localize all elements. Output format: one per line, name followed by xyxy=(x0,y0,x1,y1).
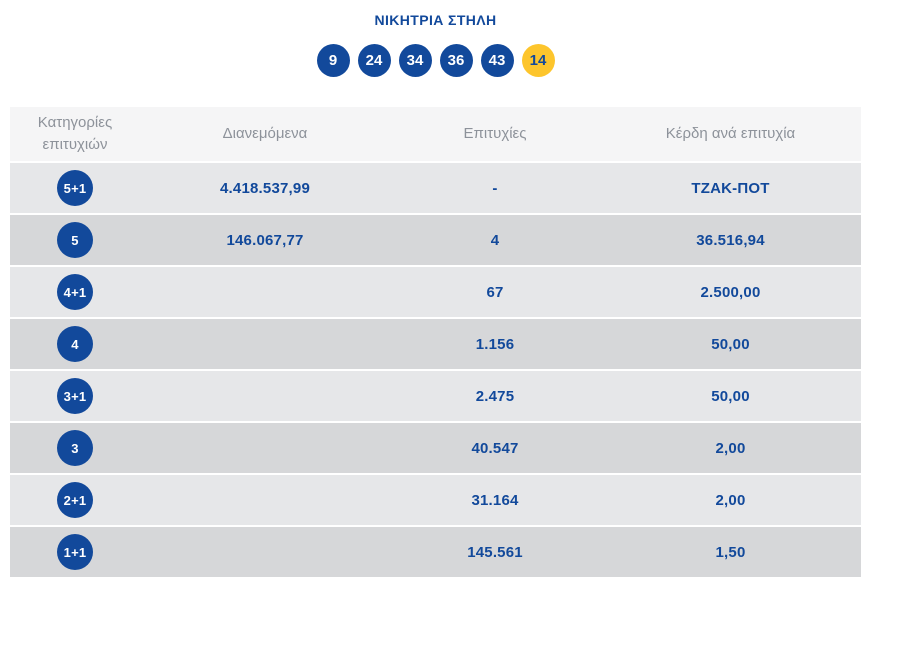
category-cell: 5 xyxy=(10,215,140,265)
header-winners: Επιτυχίες xyxy=(390,107,600,161)
winning-numbers: 92434364314 xyxy=(10,44,861,77)
distributed-value xyxy=(140,475,390,525)
table-row: 5+1 4.418.537,99 - ΤΖΑΚ-ΠΟΤ xyxy=(10,163,861,215)
distributed-value: 146.067,77 xyxy=(140,215,390,265)
winners-value: 4 xyxy=(390,215,600,265)
category-cell: 1+1 xyxy=(10,527,140,577)
category-badge: 4 xyxy=(57,326,93,362)
winners-value: - xyxy=(390,163,600,213)
winning-number-ball: 24 xyxy=(358,44,391,77)
distributed-value xyxy=(140,319,390,369)
header-distributed: Διανεμόμενα xyxy=(140,107,390,161)
prize-value: 2.500,00 xyxy=(600,267,861,317)
table-row: 4+1 67 2.500,00 xyxy=(10,267,861,319)
category-cell: 5+1 xyxy=(10,163,140,213)
winning-number-ball-bonus: 14 xyxy=(522,44,555,77)
category-badge: 4+1 xyxy=(57,274,93,310)
prize-value: 2,00 xyxy=(600,423,861,473)
category-badge: 5 xyxy=(57,222,93,258)
category-badge: 3+1 xyxy=(57,378,93,414)
prize-value: 2,00 xyxy=(600,475,861,525)
prize-value: 36.516,94 xyxy=(600,215,861,265)
results-table: Κατηγορίες επιτυχιών Διανεμόμενα Επιτυχί… xyxy=(10,107,861,579)
prize-value: ΤΖΑΚ-ΠΟΤ xyxy=(600,163,861,213)
header-prize-per-winner: Κέρδη ανά επιτυχία xyxy=(600,107,861,161)
category-badge: 2+1 xyxy=(57,482,93,518)
category-cell: 3+1 xyxy=(10,371,140,421)
category-cell: 2+1 xyxy=(10,475,140,525)
table-row: 5 146.067,77 4 36.516,94 xyxy=(10,215,861,267)
distributed-value xyxy=(140,371,390,421)
table-row: 4 1.156 50,00 xyxy=(10,319,861,371)
winning-column-section: ΝΙΚΗΤΡΙΑ ΣΤΗΛΗ 92434364314 xyxy=(10,12,861,77)
winners-value: 145.561 xyxy=(390,527,600,577)
winners-value: 40.547 xyxy=(390,423,600,473)
winners-value: 2.475 xyxy=(390,371,600,421)
distributed-value xyxy=(140,423,390,473)
distributed-value xyxy=(140,267,390,317)
winners-value: 31.164 xyxy=(390,475,600,525)
winners-value: 67 xyxy=(390,267,600,317)
category-badge: 5+1 xyxy=(57,170,93,206)
category-cell: 4+1 xyxy=(10,267,140,317)
category-cell: 3 xyxy=(10,423,140,473)
distributed-value: 4.418.537,99 xyxy=(140,163,390,213)
distributed-value xyxy=(140,527,390,577)
table-row: 3+1 2.475 50,00 xyxy=(10,371,861,423)
header-categories: Κατηγορίες επιτυχιών xyxy=(10,107,140,161)
table-row: 2+1 31.164 2,00 xyxy=(10,475,861,527)
results-table-body: 5+1 4.418.537,99 - ΤΖΑΚ-ΠΟΤ 5 146.067,77… xyxy=(10,163,861,579)
results-table-header: Κατηγορίες επιτυχιών Διανεμόμενα Επιτυχί… xyxy=(10,107,861,163)
winning-number-ball: 36 xyxy=(440,44,473,77)
winning-number-ball: 34 xyxy=(399,44,432,77)
category-badge: 3 xyxy=(57,430,93,466)
lottery-results-page: ΝΙΚΗΤΡΙΑ ΣΤΗΛΗ 92434364314 Κατηγορίες επ… xyxy=(0,0,900,655)
winning-number-ball: 43 xyxy=(481,44,514,77)
table-row: 1+1 145.561 1,50 xyxy=(10,527,861,579)
prize-value: 50,00 xyxy=(600,371,861,421)
category-cell: 4 xyxy=(10,319,140,369)
winning-number-ball: 9 xyxy=(317,44,350,77)
table-row: 3 40.547 2,00 xyxy=(10,423,861,475)
prize-value: 50,00 xyxy=(600,319,861,369)
section-title: ΝΙΚΗΤΡΙΑ ΣΤΗΛΗ xyxy=(10,12,861,28)
winners-value: 1.156 xyxy=(390,319,600,369)
category-badge: 1+1 xyxy=(57,534,93,570)
prize-value: 1,50 xyxy=(600,527,861,577)
